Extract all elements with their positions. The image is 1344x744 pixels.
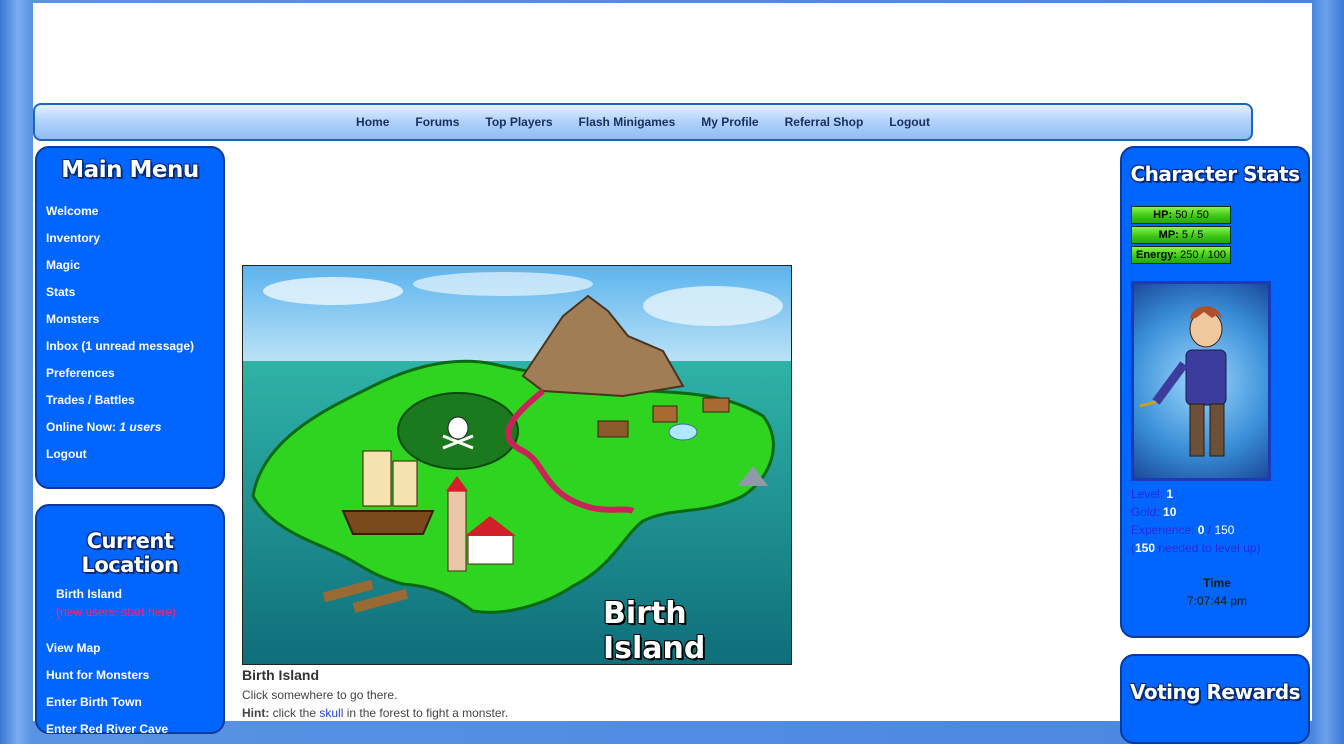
- voting-rewards-panel: Voting Rewards: [1120, 654, 1310, 744]
- experience-line: Experience: 0 / 150: [1122, 521, 1308, 539]
- character-stats-panel: Character Stats HP: 50 / 50 MP: 5 / 5 En…: [1120, 146, 1310, 638]
- level-line: Level: 1: [1122, 485, 1308, 503]
- current-location-panel: Current Location Birth Island (new users…: [35, 504, 225, 736]
- gold-line: Gold: 10: [1122, 503, 1308, 521]
- online-count: 1 users: [119, 420, 162, 434]
- action-view-map[interactable]: View Map: [37, 635, 223, 662]
- location-note: (new users: start here): [56, 605, 177, 619]
- skull-link[interactable]: skull: [319, 706, 343, 720]
- action-enter-birth-town[interactable]: Enter Birth Town: [37, 689, 223, 716]
- hp-bar: HP: 50 / 50: [1131, 206, 1231, 224]
- hp-value: 50 / 50: [1175, 209, 1209, 221]
- level-label: Level:: [1131, 487, 1164, 501]
- nav-logout[interactable]: Logout: [876, 115, 943, 129]
- hint-pre: click the: [272, 706, 317, 720]
- current-location-title: Current Location: [81, 529, 179, 577]
- hint-label: Hint:: [242, 706, 270, 720]
- menu-monsters[interactable]: Monsters: [37, 306, 223, 333]
- location-name[interactable]: Birth Island: [56, 585, 223, 603]
- nav-flash-minigames[interactable]: Flash Minigames: [566, 115, 689, 129]
- map-instruction: Click somewhere to go there.: [242, 688, 398, 702]
- menu-online-now[interactable]: Online Now: 1 users: [37, 414, 223, 441]
- level-value: 1: [1166, 487, 1174, 501]
- mp-value: 5 / 5: [1181, 229, 1204, 241]
- needed-line: (150 needed to level up): [1122, 539, 1308, 557]
- nav-top-players[interactable]: Top Players: [472, 115, 565, 129]
- location-heading: Birth Island: [242, 667, 320, 683]
- nav-my-profile[interactable]: My Profile: [688, 115, 771, 129]
- top-navigation: Home Forums Top Players Flash Minigames …: [33, 103, 1253, 141]
- island-map[interactable]: Birth Island: [242, 265, 792, 665]
- mp-label: MP:: [1158, 229, 1179, 241]
- hp-label: HP:: [1153, 209, 1173, 221]
- needed-value: 150: [1135, 541, 1156, 555]
- menu-stats[interactable]: Stats: [37, 279, 223, 306]
- menu-inbox[interactable]: Inbox (1 unread message): [37, 333, 223, 360]
- energy-value: 250 / 100: [1180, 249, 1226, 261]
- exp-current: 0: [1197, 523, 1205, 537]
- energy-label: Energy:: [1136, 249, 1178, 261]
- menu-welcome[interactable]: Welcome: [37, 198, 223, 225]
- menu-logout[interactable]: Logout: [37, 441, 223, 468]
- hint-post: in the forest to fight a monster.: [346, 706, 509, 720]
- map-hint: Hint: click the skull in the forest to f…: [242, 706, 508, 720]
- needed-text: needed to level up): [1158, 541, 1261, 555]
- main-menu-panel: Main Menu Welcome Inventory Magic Stats …: [35, 146, 225, 489]
- energy-bar: Energy: 250 / 100: [1131, 246, 1231, 264]
- nav-referral-shop[interactable]: Referral Shop: [772, 115, 877, 129]
- menu-preferences[interactable]: Preferences: [37, 360, 223, 387]
- online-label: Online Now:: [46, 420, 116, 434]
- action-enter-red-river-cave[interactable]: Enter Red River Cave: [37, 716, 223, 743]
- menu-inventory[interactable]: Inventory: [37, 225, 223, 252]
- exp-label: Experience:: [1131, 523, 1195, 537]
- menu-magic[interactable]: Magic: [37, 252, 223, 279]
- exp-max: 150: [1214, 523, 1235, 537]
- nav-forums[interactable]: Forums: [402, 115, 472, 129]
- character-stats-title: Character Stats: [1130, 162, 1300, 186]
- voting-rewards-title: Voting Rewards: [1129, 680, 1301, 704]
- menu-trades-battles[interactable]: Trades / Battles: [37, 387, 223, 414]
- nav-home[interactable]: Home: [343, 115, 402, 129]
- time-value: 7:07:44 pm: [1186, 594, 1248, 608]
- avatar: [1131, 281, 1271, 481]
- gold-label: Gold:: [1131, 505, 1160, 519]
- map-label: Birth Island: [603, 596, 706, 665]
- exp-sep: /: [1207, 523, 1212, 537]
- time-label: Time: [1203, 576, 1231, 590]
- main-menu-title: Main Menu: [61, 157, 199, 183]
- action-hunt-monsters[interactable]: Hunt for Monsters: [37, 662, 223, 689]
- gold-value: 10: [1163, 505, 1177, 519]
- mp-bar: MP: 5 / 5: [1131, 226, 1231, 244]
